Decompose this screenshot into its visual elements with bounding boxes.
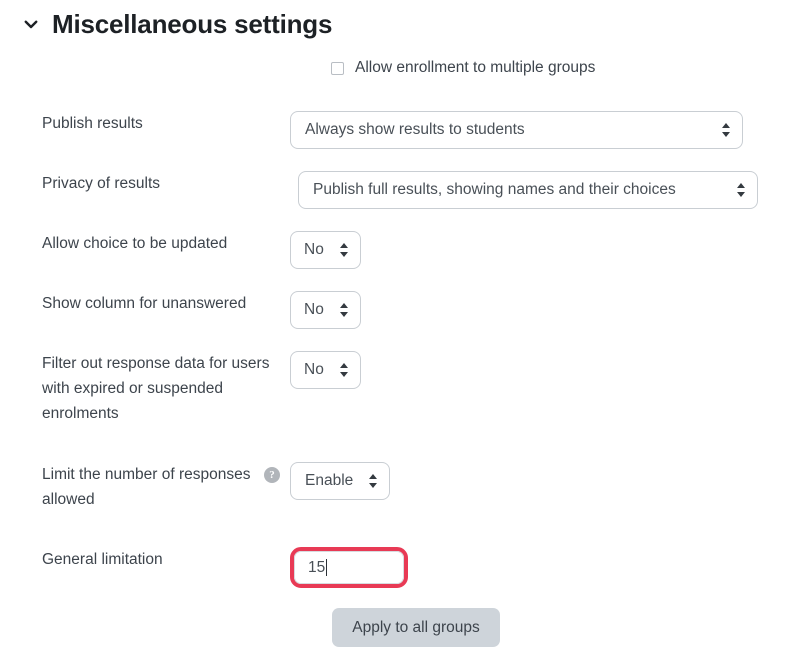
publish-results-value: Always show results to students <box>305 121 525 138</box>
field-row-filter-expired: Filter out response data for users with … <box>42 351 361 426</box>
general-limitation-value: 15 <box>308 558 326 576</box>
publish-results-label: Publish results <box>42 115 143 132</box>
limit-responses-label: Limit the number of responses allowed <box>42 466 251 508</box>
section-header[interactable]: Miscellaneous settings <box>22 10 332 39</box>
allow-multiple-groups-row[interactable]: Allow enrollment to multiple groups <box>331 58 595 78</box>
limit-responses-select[interactable]: Enable <box>290 462 390 500</box>
field-row-publish-results: Publish results Always show results to s… <box>42 111 743 149</box>
page-title: Miscellaneous settings <box>52 9 333 39</box>
allow-choice-updated-label: Allow choice to be updated <box>42 235 228 252</box>
field-row-limit-responses: Limit the number of responses allowed ? … <box>42 462 390 512</box>
privacy-of-results-select[interactable]: Publish full results, showing names and … <box>298 171 758 209</box>
allow-multiple-groups-checkbox[interactable] <box>331 61 344 75</box>
general-limitation-highlight: 15 <box>290 547 408 588</box>
filter-expired-select[interactable]: No <box>290 351 361 389</box>
select-updown-icon <box>722 123 730 137</box>
field-row-allow-choice-updated: Allow choice to be updated No <box>42 231 361 269</box>
field-row-privacy-of-results: Privacy of results Publish full results,… <box>42 171 758 209</box>
publish-results-select[interactable]: Always show results to students <box>290 111 743 149</box>
limit-responses-value: Enable <box>305 472 354 489</box>
show-column-unanswered-select[interactable]: No <box>290 291 361 329</box>
apply-to-all-groups-button[interactable]: Apply to all groups <box>332 608 500 647</box>
allow-choice-updated-value: No <box>304 241 324 258</box>
general-limitation-label: General limitation <box>42 551 163 568</box>
field-row-show-column-unanswered: Show column for unanswered No <box>42 291 361 329</box>
limit-responses-label-group: Limit the number of responses allowed ? <box>42 462 290 512</box>
show-column-unanswered-value: No <box>304 301 324 318</box>
privacy-of-results-value: Publish full results, showing names and … <box>313 181 676 198</box>
select-updown-icon <box>737 183 745 197</box>
allow-multiple-groups-label: Allow enrollment to multiple groups <box>355 59 596 76</box>
allow-choice-updated-select[interactable]: No <box>290 231 361 269</box>
text-caret <box>326 559 328 576</box>
general-limitation-input[interactable]: 15 <box>294 551 404 584</box>
chevron-down-icon[interactable] <box>22 15 40 33</box>
show-column-unanswered-label: Show column for unanswered <box>42 295 247 312</box>
filter-expired-value: No <box>304 361 324 378</box>
field-row-general-limitation: General limitation 15 <box>42 547 408 588</box>
help-circle-icon[interactable]: ? <box>264 467 280 483</box>
filter-expired-label: Filter out response data for users with … <box>42 355 270 422</box>
privacy-of-results-label: Privacy of results <box>42 175 161 192</box>
